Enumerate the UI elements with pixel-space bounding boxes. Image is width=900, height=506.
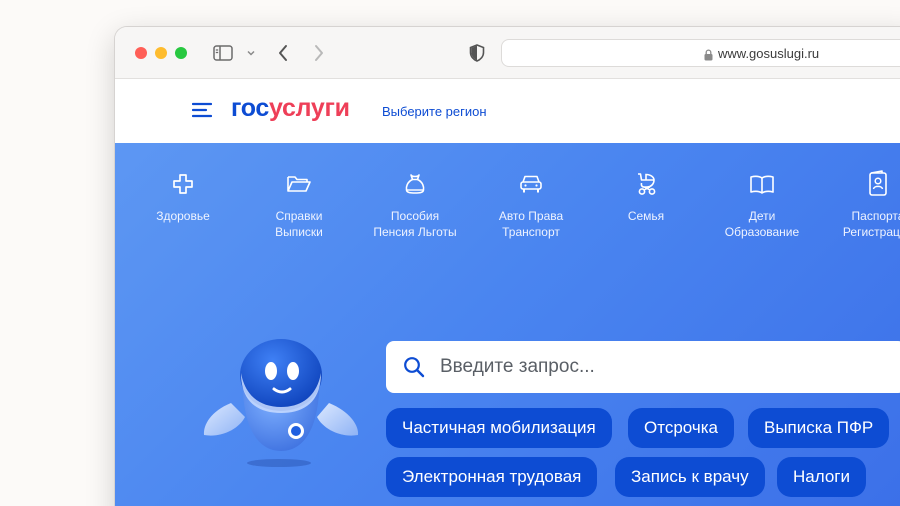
book-icon <box>707 169 817 199</box>
robot-mascot-illustration <box>201 313 361 478</box>
menu-icon[interactable] <box>191 102 213 123</box>
back-arrow-icon[interactable] <box>273 42 293 64</box>
chip-electronic-workbook[interactable]: Электронная трудовая <box>386 457 598 497</box>
category-label: Пособия <box>390 209 440 223</box>
stroller-icon <box>591 169 701 199</box>
category-label: Авто Права <box>498 209 564 223</box>
category-label: Паспорта <box>851 209 900 223</box>
category-sublabel: Регистрация <box>842 225 900 239</box>
category-health[interactable]: Здоровье <box>128 169 238 224</box>
category-documents[interactable]: Справки Выписки <box>244 169 354 240</box>
region-select-link[interactable]: Выберите регион <box>382 104 487 119</box>
folder-icon <box>244 169 354 199</box>
forward-arrow-icon[interactable] <box>309 42 329 64</box>
chip-mobilization[interactable]: Частичная мобилизация <box>386 408 612 448</box>
search-input[interactable] <box>440 341 880 393</box>
category-benefits[interactable]: Пособия Пенсия Льготы <box>360 169 470 240</box>
money-bag-icon <box>360 169 470 199</box>
category-family[interactable]: Семья <box>591 169 701 224</box>
maximize-window-button[interactable] <box>175 47 187 59</box>
privacy-shield-icon[interactable] <box>467 42 487 64</box>
sidebar-toggle-icon[interactable] <box>211 42 235 64</box>
hero-section: Здоровье Справки Выписки Пособия Пенсия Ль… <box>115 143 900 506</box>
chip-deferment[interactable]: Отсрочка <box>628 408 734 448</box>
category-passports[interactable]: Паспорта Регистрация <box>823 169 900 240</box>
category-education[interactable]: Дети Образование <box>707 169 817 240</box>
browser-window: www.gosuslugi.ru госуслуги Выберите реги… <box>115 27 900 506</box>
category-label: Дети <box>748 209 776 223</box>
category-sublabel: Выписки <box>275 225 323 239</box>
address-bar[interactable]: www.gosuslugi.ru <box>501 39 900 67</box>
site-header: госуслуги Выберите регион <box>115 80 900 143</box>
category-transport[interactable]: Авто Права Транспорт <box>476 169 586 240</box>
gosuslugi-logo[interactable]: госуслуги <box>231 94 350 123</box>
chevron-down-icon[interactable] <box>243 42 259 64</box>
browser-toolbar: www.gosuslugi.ru <box>115 27 900 79</box>
passport-icon <box>823 169 900 199</box>
minimize-window-button[interactable] <box>155 47 167 59</box>
category-label: Здоровье <box>156 209 210 223</box>
plus-icon <box>128 169 238 199</box>
close-window-button[interactable] <box>135 47 147 59</box>
url-text: www.gosuslugi.ru <box>718 46 820 61</box>
lock-icon <box>704 48 713 66</box>
chip-doctor-appointment[interactable]: Запись к врачу <box>615 457 765 497</box>
logo-part-uslugi: услуги <box>269 94 350 122</box>
category-label: Семья <box>627 209 665 223</box>
logo-part-gos: гос <box>231 94 270 122</box>
search-box[interactable] <box>386 341 900 393</box>
chip-taxes[interactable]: Налоги <box>777 457 866 497</box>
category-label: Справки <box>275 209 323 223</box>
chip-pfr-statement[interactable]: Выписка ПФР <box>748 408 890 448</box>
category-sublabel: Пенсия Льготы <box>373 225 457 239</box>
search-icon[interactable] <box>402 355 426 384</box>
car-icon <box>476 169 586 199</box>
category-sublabel: Образование <box>724 225 800 239</box>
category-sublabel: Транспорт <box>502 225 560 239</box>
